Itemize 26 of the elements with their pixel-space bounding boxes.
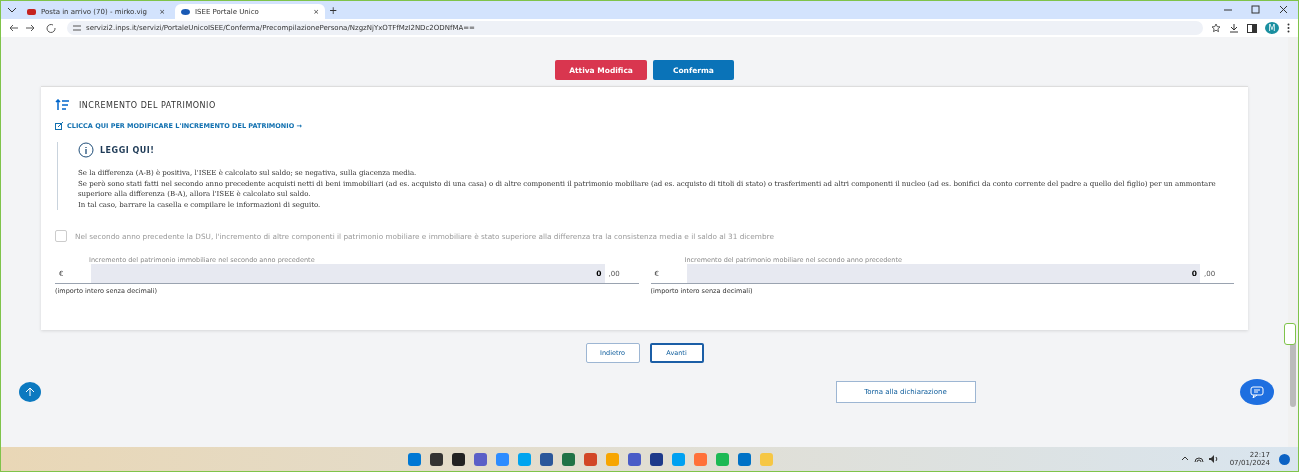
- chat-button[interactable]: [1240, 379, 1274, 405]
- scroll-top-button[interactable]: [19, 382, 41, 402]
- section-title: INCREMENTO DEL PATRIMONIO: [79, 100, 216, 110]
- star-icon[interactable]: [1211, 23, 1221, 33]
- navigation-arrows-icon[interactable]: [9, 23, 59, 33]
- download-icon[interactable]: [1229, 23, 1239, 33]
- edit-icon[interactable]: [55, 122, 64, 130]
- info-icon: [78, 142, 94, 158]
- chevron-down-icon[interactable]: [7, 7, 17, 13]
- menu-icon[interactable]: [1287, 23, 1290, 33]
- arrow-up-icon: [25, 387, 35, 397]
- new-tab-button[interactable]: +: [329, 4, 338, 16]
- sort-icon: [55, 99, 69, 111]
- tab-favicon-icon: [27, 8, 36, 15]
- taskbar-app-icon[interactable]: [451, 452, 465, 466]
- chat-icon: [1250, 386, 1264, 398]
- taskbar-app-icon[interactable]: [539, 452, 553, 466]
- sidebar-icon[interactable]: [1247, 23, 1257, 33]
- notification-icon[interactable]: [1279, 453, 1290, 465]
- site-settings-icon[interactable]: [73, 25, 81, 31]
- tab-favicon-icon: [181, 8, 190, 15]
- checkbox[interactable]: [55, 230, 67, 242]
- notice-title: LEGGI QUI!: [100, 145, 155, 155]
- taskbar-app-icon[interactable]: [649, 452, 663, 466]
- taskbar-app-icon[interactable]: [429, 452, 443, 466]
- profile-avatar[interactable]: M: [1265, 22, 1279, 34]
